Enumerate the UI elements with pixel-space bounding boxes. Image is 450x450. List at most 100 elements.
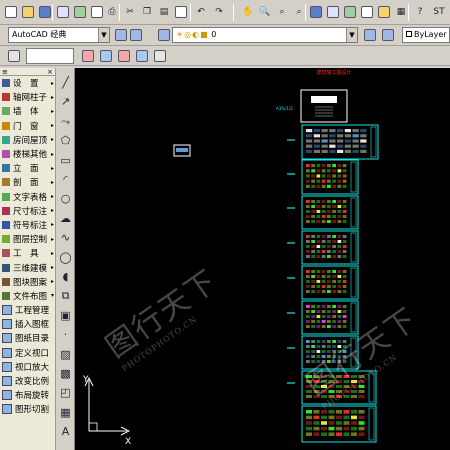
markup-icon[interactable] bbox=[376, 4, 392, 20]
side-menu-item[interactable]: 设 置 ▸ bbox=[0, 76, 55, 90]
close-icon[interactable]: × bbox=[47, 68, 53, 76]
layer-combo[interactable]: ☀◎◐■ 0 ▼ bbox=[172, 27, 358, 43]
dim-style-combo[interactable] bbox=[26, 48, 74, 64]
sheet-content-block bbox=[336, 415, 342, 420]
sheet-content-block bbox=[321, 205, 326, 208]
cut-icon[interactable]: ✂ bbox=[122, 4, 138, 20]
drawing-canvas[interactable]: 建筑施工图设计 A3%/1/2 Y X 图行天下 PHOTOPHOTO.CN 图行天下 P… bbox=[75, 68, 450, 450]
sheet-set-icon[interactable] bbox=[359, 4, 375, 20]
properties-icon[interactable] bbox=[308, 4, 324, 20]
layer-properties-icon[interactable] bbox=[113, 27, 129, 43]
side-menu-item[interactable]: 文字表格 ▸ bbox=[0, 190, 55, 204]
side-menu-item[interactable]: 轴网柱子 ▸ bbox=[0, 90, 55, 104]
new-icon[interactable] bbox=[3, 4, 19, 20]
point-icon[interactable]: · bbox=[59, 328, 72, 341]
side-menu-item[interactable]: 图块图案 ▸ bbox=[0, 275, 55, 289]
side-menu-item[interactable]: 墙 体 ▸ bbox=[0, 104, 55, 118]
side-menu-item[interactable]: 改变比例 bbox=[0, 374, 55, 388]
make-block-icon[interactable]: ▣ bbox=[59, 309, 72, 322]
tool-palette-icon[interactable] bbox=[342, 4, 358, 20]
sheet-content-block bbox=[316, 169, 321, 173]
side-menu-item[interactable]: 插入图框 bbox=[0, 317, 55, 331]
table-icon[interactable]: ▦ bbox=[59, 406, 72, 419]
side-menu-item[interactable]: 定义视口 bbox=[0, 346, 55, 360]
undo-icon[interactable]: ↶ bbox=[193, 4, 209, 20]
rectangle-icon[interactable]: ▭ bbox=[59, 154, 72, 167]
plot-preview-icon[interactable] bbox=[72, 4, 88, 20]
copy-icon[interactable]: ❐ bbox=[139, 4, 155, 20]
sheet-content-block bbox=[321, 235, 326, 238]
sheet-content-block bbox=[306, 275, 310, 278]
redo-icon[interactable]: ↷ bbox=[211, 4, 227, 20]
publish-icon[interactable] bbox=[89, 4, 105, 20]
spline-icon[interactable]: ∿ bbox=[59, 231, 72, 244]
side-menu-item[interactable]: 立 面 ▸ bbox=[0, 161, 55, 175]
sheet-content-block bbox=[328, 410, 335, 414]
zoom-window-icon[interactable]: ⌕ bbox=[274, 4, 290, 20]
region-icon[interactable]: ◰ bbox=[59, 386, 72, 399]
multiline-text-icon[interactable]: A bbox=[59, 425, 72, 438]
side-menu-label: 文件布图 bbox=[13, 291, 48, 302]
color-combo[interactable]: ByLayer bbox=[402, 27, 450, 43]
gradient-icon[interactable]: ▩ bbox=[59, 367, 72, 380]
sheet-content-block bbox=[344, 144, 351, 148]
side-menu-item[interactable]: 剖 面 ▸ bbox=[0, 175, 55, 189]
dim-radius-icon[interactable] bbox=[116, 48, 132, 64]
side-menu-item[interactable]: 视口放大 bbox=[0, 360, 55, 374]
layer-state-icon[interactable] bbox=[380, 27, 396, 43]
help-icon[interactable]: ? bbox=[412, 4, 428, 20]
zoom-realtime-icon[interactable]: 🔍 bbox=[257, 4, 273, 20]
ellipse-arc-icon[interactable]: ◖ bbox=[59, 270, 72, 283]
side-menu-item[interactable]: 工程管理 bbox=[0, 303, 55, 317]
dim-continue-icon[interactable] bbox=[152, 48, 168, 64]
hatch-icon[interactable]: ▨ bbox=[59, 348, 72, 361]
insert-block-icon[interactable]: ⧉ bbox=[59, 289, 72, 302]
side-menu-item[interactable]: 布局旋转 bbox=[0, 388, 55, 402]
construction-line-icon[interactable]: ↗ bbox=[59, 95, 72, 108]
side-menu-item[interactable]: 图形切割 bbox=[0, 402, 55, 416]
dim-linear-icon[interactable] bbox=[80, 48, 96, 64]
layer-manager-icon[interactable] bbox=[156, 27, 172, 43]
make-current-icon[interactable] bbox=[362, 27, 378, 43]
sheet-content-block bbox=[342, 320, 347, 323]
side-menu-item[interactable]: 门 窗 ▸ bbox=[0, 119, 55, 133]
sheet-content-block bbox=[344, 129, 351, 133]
ellipse-icon[interactable]: ◯ bbox=[59, 251, 72, 264]
sheet-content-block bbox=[311, 179, 315, 183]
design-center-icon[interactable] bbox=[325, 4, 341, 20]
plot-icon[interactable] bbox=[55, 4, 71, 20]
sheet-content-block bbox=[306, 350, 310, 353]
paste-icon[interactable]: ▤ bbox=[156, 4, 172, 20]
polyline-icon[interactable]: ⤳ bbox=[59, 115, 72, 128]
polygon-icon[interactable]: ⬠ bbox=[59, 134, 72, 147]
dim-edit-icon[interactable] bbox=[6, 48, 22, 64]
side-menu-item[interactable]: 尺寸标注 ▸ bbox=[0, 204, 55, 218]
workspace-combo[interactable]: AutoCAD 经典 ▼ bbox=[8, 27, 110, 43]
sheet-content-block bbox=[306, 421, 312, 425]
line-icon[interactable]: ╱ bbox=[59, 76, 72, 89]
calculator-icon[interactable]: ▦ bbox=[393, 4, 409, 20]
save-icon[interactable] bbox=[37, 4, 53, 20]
sheet-content-block bbox=[351, 410, 357, 414]
side-menu-item[interactable]: 楼梯其他 ▸ bbox=[0, 147, 55, 161]
circle-icon[interactable]: ○ bbox=[59, 192, 72, 205]
side-menu-item[interactable]: 图层控制 ▸ bbox=[0, 232, 55, 246]
pan-icon[interactable]: ✋ bbox=[240, 4, 256, 20]
revision-cloud-icon[interactable]: ☁ bbox=[59, 212, 72, 225]
text-style-combo[interactable]: ST bbox=[428, 4, 450, 20]
sheet-content-block bbox=[306, 174, 310, 178]
dim-angular-icon[interactable] bbox=[134, 48, 150, 64]
match-properties-icon[interactable] bbox=[173, 4, 189, 20]
dim-aligned-icon[interactable] bbox=[98, 48, 114, 64]
print-icon[interactable]: ⎙ bbox=[104, 4, 120, 20]
side-menu-item[interactable]: 符号标注 ▸ bbox=[0, 218, 55, 232]
sheet-content-block bbox=[337, 315, 342, 318]
arc-icon[interactable]: ◜ bbox=[59, 173, 72, 186]
side-menu-item[interactable]: 三维建模 ▸ bbox=[0, 260, 55, 274]
layer-previous-icon[interactable] bbox=[128, 27, 144, 43]
side-menu-item[interactable]: 文件布图 ▾ bbox=[0, 289, 55, 303]
open-icon[interactable] bbox=[20, 4, 36, 20]
side-menu-item[interactable]: 工 具 ▸ bbox=[0, 246, 55, 260]
side-menu-item[interactable]: 房间屋顶 ▸ bbox=[0, 133, 55, 147]
side-menu-item[interactable]: 图纸目录 bbox=[0, 331, 55, 345]
